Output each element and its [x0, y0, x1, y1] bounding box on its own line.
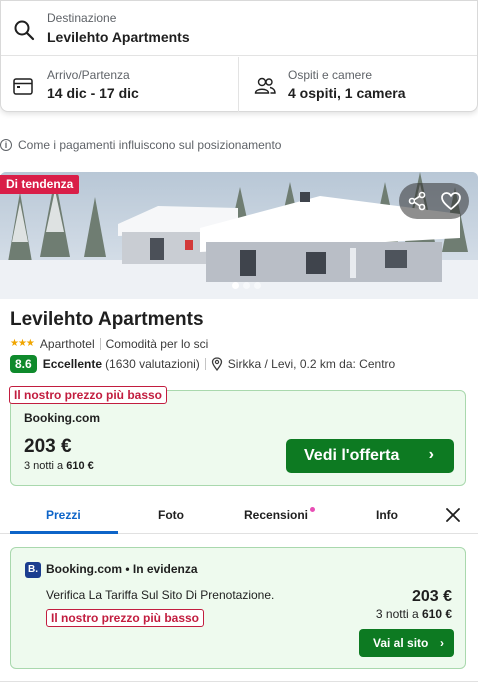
nights-total: 610 €	[66, 460, 94, 472]
view-offer-label: Vedi l'offerta	[304, 447, 400, 464]
detail-tabs: Prezzi Foto Recensioni Info	[0, 500, 478, 534]
search-card: Destinazione Levilehto Apartments Arrivo…	[0, 0, 478, 112]
carousel-dot[interactable]	[243, 282, 250, 289]
lowest-price-tag: Il nostro prezzo più basso	[9, 386, 168, 404]
carousel-dot[interactable]	[232, 282, 239, 289]
divider	[204, 358, 206, 370]
dates-field[interactable]: Arrivo/Partenza 14 dic - 17 dic	[1, 57, 239, 112]
review-count[interactable]: (1630 valutazioni)	[105, 357, 200, 371]
hotel-type: Aparthotel	[39, 336, 95, 351]
nights-prefix: 3 notti a	[375, 607, 419, 621]
nights-prefix: 3 notti a	[24, 460, 64, 472]
hotel-meta: ★★★ Aparthotel Comodità per lo sci	[10, 336, 208, 351]
destination-value: Levilehto Apartments	[47, 29, 190, 45]
chevron-right-icon: ›	[428, 446, 434, 463]
search-icon	[14, 20, 35, 41]
notification-dot	[310, 507, 315, 512]
lowest-price-tag: Il nostro prezzo più basso	[46, 609, 205, 627]
image-actions	[399, 183, 469, 219]
booking-logo: B.	[25, 562, 41, 578]
score-badge: 8.6	[10, 355, 37, 373]
tab-reviews[interactable]: Recensioni	[244, 508, 308, 522]
hotel-name[interactable]: Levilehto Apartments	[10, 309, 204, 331]
provider-title: Booking.com • In evidenza	[46, 562, 198, 576]
tab-info[interactable]: Info	[376, 508, 398, 522]
share-icon[interactable]	[405, 189, 429, 213]
tab-prices[interactable]: Prezzi	[46, 508, 81, 522]
trending-badge: Di tendenza	[0, 175, 80, 194]
offer-provider: Booking.com	[24, 411, 101, 425]
hotel-location: Sirkka / Levi, 0.2 km da: Centro	[227, 357, 396, 371]
carousel-dot[interactable]	[254, 282, 261, 289]
go-to-site-button[interactable]: Vai al sito ›	[359, 629, 454, 657]
rating-row: 8.6 Eccellente (1630 valutazioni) Sirkka…	[10, 355, 395, 373]
offer-nights-total: 3 notti a 610 €	[24, 460, 94, 472]
guests-value: 4 ospiti, 1 camera	[288, 85, 406, 101]
ranking-info-text: Come i pagamenti influiscono sul posizio…	[18, 138, 282, 152]
divider	[0, 681, 478, 682]
provider-nights-total: 3 notti a 610 €	[376, 607, 452, 621]
provider-price: 203 €	[411, 588, 452, 605]
score-word: Eccellente	[42, 357, 103, 371]
tab-photos[interactable]: Foto	[158, 508, 184, 522]
info-icon: i	[0, 139, 12, 151]
destination-label: Destinazione	[47, 11, 117, 25]
divider	[99, 337, 101, 350]
guests-icon	[254, 77, 276, 94]
calendar-icon	[13, 78, 33, 95]
dates-value: 14 dic - 17 dic	[47, 85, 139, 101]
hotel-amenity: Comodità per lo sci	[105, 336, 209, 351]
best-offer-card[interactable]: Booking.com 203 € 3 notti a 610 € Vedi l…	[10, 390, 466, 486]
guests-label: Ospiti e camere	[288, 68, 373, 82]
dates-label: Arrivo/Partenza	[47, 68, 130, 82]
nights-total: 610 €	[421, 607, 452, 621]
location-pin-icon	[211, 357, 222, 371]
go-to-site-label: Vai al sito	[373, 636, 429, 650]
ranking-info-link[interactable]: i Come i pagamenti influiscono sul posiz…	[0, 137, 281, 153]
chevron-right-icon: ›	[440, 636, 444, 650]
provider-description: Verifica La Tariffa Sul Sito Di Prenotaz…	[46, 588, 275, 602]
carousel-dots	[232, 282, 261, 289]
guests-field[interactable]: Ospiti e camere 4 ospiti, 1 camera	[240, 57, 478, 112]
view-offer-button[interactable]: Vedi l'offerta ›	[286, 439, 454, 473]
destination-field[interactable]: Destinazione Levilehto Apartments	[1, 1, 477, 56]
star-rating: ★★★	[10, 338, 35, 349]
active-tab-indicator	[10, 531, 118, 534]
close-icon[interactable]	[446, 508, 460, 522]
provider-offer-card[interactable]: B. Booking.com • In evidenza Verifica La…	[10, 547, 466, 669]
offer-price: 203 €	[24, 436, 72, 457]
heart-icon[interactable]	[439, 189, 463, 213]
